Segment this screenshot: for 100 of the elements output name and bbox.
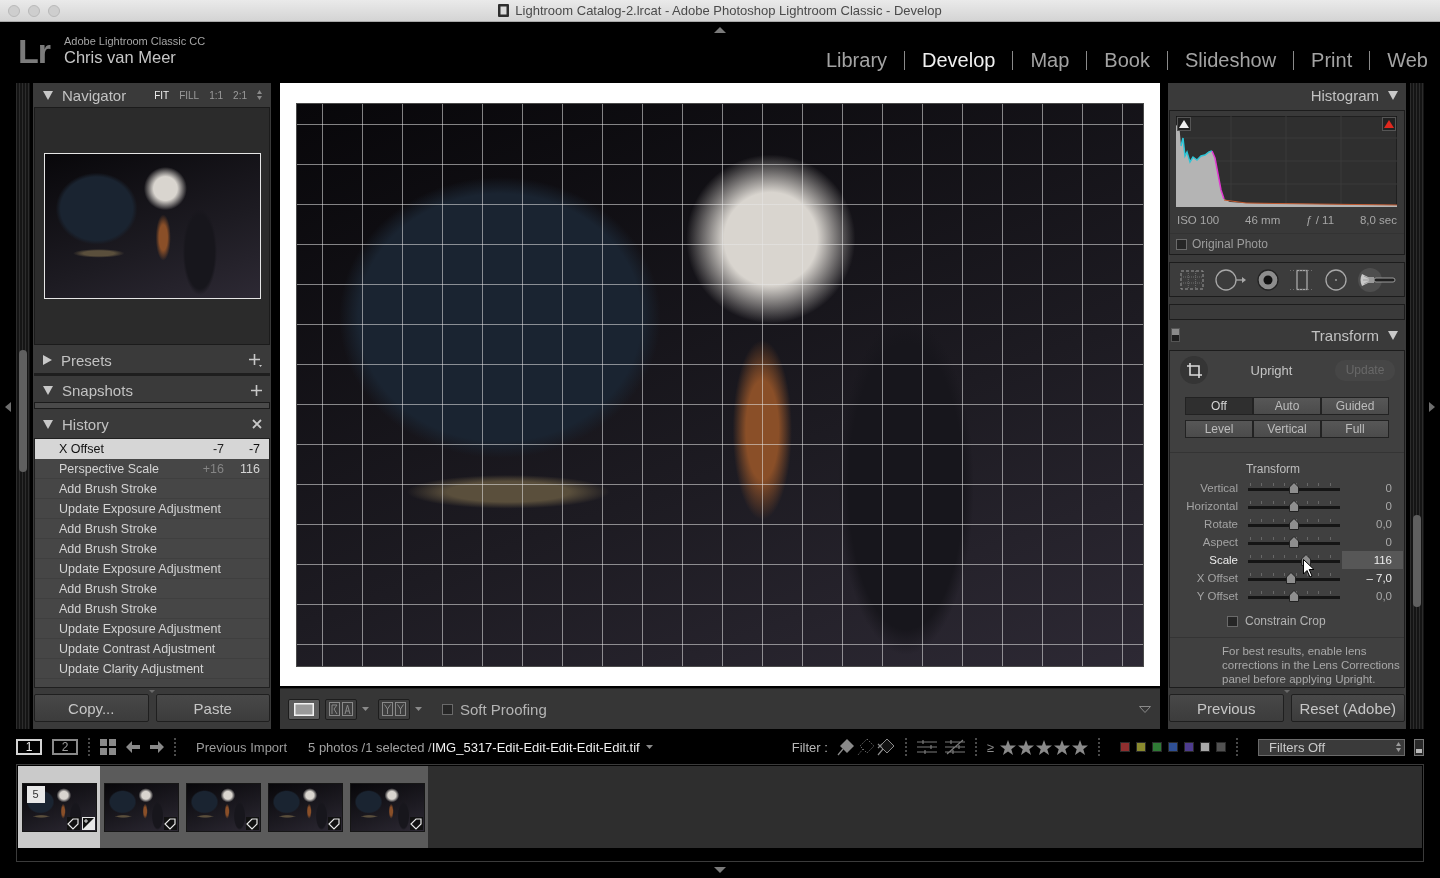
module-tab[interactable]: Print: [1311, 48, 1353, 72]
zoom-option[interactable]: 2:1: [233, 89, 247, 101]
module-tab[interactable]: Book: [1104, 48, 1150, 72]
module-tab[interactable]: Slideshow: [1184, 48, 1277, 72]
history-item[interactable]: Update Contrast Adjustment: [35, 639, 269, 659]
add-icon[interactable]: [251, 384, 262, 396]
add-icon[interactable]: [249, 353, 262, 367]
label-swatch-icon[interactable]: [1152, 742, 1162, 752]
rectangle-icon[interactable]: [1290, 268, 1314, 291]
history-item[interactable]: X Offset -7 -7: [35, 439, 269, 459]
label-swatch-icon[interactable]: [1136, 742, 1146, 752]
toggle-switch-icon[interactable]: [1414, 738, 1424, 756]
checkbox[interactable]: [442, 703, 453, 715]
slider-thumb[interactable]: [1289, 482, 1299, 494]
clipping-indicator-icon[interactable]: [1382, 117, 1396, 131]
history-item[interactable]: Update Exposure Adjustment: [35, 559, 269, 579]
label-swatch-icon[interactable]: [1216, 742, 1226, 752]
slider-thumb[interactable]: [1289, 500, 1299, 512]
slider-value[interactable]: 0: [1342, 497, 1403, 515]
caret-icon[interactable]: [645, 745, 653, 749]
slider-thumb[interactable]: [1289, 536, 1299, 548]
slider-value[interactable]: – 7,0: [1342, 569, 1403, 587]
panel-title[interactable]: History: [62, 415, 109, 433]
panel-toggle-icon[interactable]: [5, 401, 11, 412]
view-mode-button[interactable]: [288, 698, 320, 720]
sliders-icon[interactable]: [916, 739, 937, 755]
soft-proofing-label[interactable]: Soft Proofing: [460, 700, 547, 718]
module-tab[interactable]: Develop: [922, 48, 996, 72]
grid-icon[interactable]: [100, 739, 116, 755]
panel-title[interactable]: Histogram: [1310, 86, 1379, 104]
filmstrip-cell[interactable]: 5: [18, 766, 100, 848]
dotted-flag-icon[interactable]: [856, 738, 875, 756]
disclosure-triangle-icon[interactable]: [43, 385, 53, 395]
segment-button[interactable]: Off: [1185, 397, 1253, 415]
brush-icon[interactable]: [1358, 267, 1396, 292]
toolbar-menu-icon[interactable]: [1139, 705, 1151, 713]
back-arrow-icon[interactable]: [126, 741, 140, 753]
history-item[interactable]: Add Brush Stroke: [35, 539, 269, 559]
clipping-indicator-icon[interactable]: [1177, 117, 1191, 131]
slider-value[interactable]: 0,0: [1342, 515, 1403, 533]
module-tab[interactable]: Map: [1030, 48, 1070, 72]
original-photo-label[interactable]: Original Photo: [1192, 237, 1269, 251]
circle-icon[interactable]: [1325, 268, 1347, 291]
screen-button[interactable]: 1: [16, 739, 42, 755]
panel-button[interactable]: Previous: [1169, 694, 1284, 722]
segment-button[interactable]: Level: [1185, 420, 1253, 438]
history-item[interactable]: Add Brush Stroke: [35, 479, 269, 499]
panel-toggle-icon[interactable]: [714, 867, 726, 873]
slider-value[interactable]: 116: [1342, 551, 1403, 569]
panel-button[interactable]: Paste: [155, 694, 270, 722]
caret-icon[interactable]: [362, 707, 369, 711]
disclosure-triangle-icon[interactable]: [43, 419, 53, 429]
disclosure-triangle-icon[interactable]: [1388, 330, 1398, 340]
crossed-flag-icon[interactable]: [876, 738, 895, 756]
scrollbar-thumb[interactable]: [19, 350, 27, 472]
label-swatch-icon[interactable]: [1184, 742, 1194, 752]
screen-button[interactable]: 2: [52, 739, 78, 755]
panel-title[interactable]: Presets: [61, 351, 112, 369]
panel-title[interactable]: Snapshots: [62, 381, 133, 399]
history-item[interactable]: Perspective Scale +16 116: [35, 459, 269, 479]
panel-title[interactable]: Transform: [1311, 326, 1379, 344]
history-item[interactable]: Add Brush Stroke: [35, 579, 269, 599]
zoom-option[interactable]: 1:1: [209, 89, 224, 101]
checkbox[interactable]: [1176, 238, 1187, 250]
history-item[interactable]: Update Exposure Adjustment: [35, 619, 269, 639]
constrain-crop-label[interactable]: Constrain Crop: [1245, 614, 1326, 628]
ring-dot-icon[interactable]: [1257, 268, 1279, 291]
stepper-icon[interactable]: [1396, 742, 1401, 752]
panel-toggle-icon[interactable]: [1429, 401, 1435, 412]
segment-button[interactable]: Full: [1321, 420, 1389, 438]
history-item[interactable]: Add Brush Stroke: [35, 599, 269, 619]
star-icon[interactable]: [1018, 739, 1034, 755]
label-swatch-icon[interactable]: [1168, 742, 1178, 752]
crop-icon[interactable]: [1180, 356, 1208, 384]
slider-thumb[interactable]: [1289, 518, 1299, 530]
history-item[interactable]: Update Exposure Adjustment: [35, 499, 269, 519]
module-tab[interactable]: Library: [825, 48, 888, 72]
crossed-sliders-icon[interactable]: [944, 739, 965, 755]
flag-icon[interactable]: [836, 738, 855, 756]
label-swatch-icon[interactable]: [1120, 742, 1130, 752]
slider-thumb[interactable]: [1286, 572, 1297, 584]
stepper-icon[interactable]: [257, 90, 262, 100]
panel-button[interactable]: Copy...: [34, 694, 149, 722]
panel-switch[interactable]: [1171, 328, 1180, 342]
panel-button[interactable]: Reset (Adobe): [1290, 694, 1405, 722]
panel-toggle-icon[interactable]: [714, 27, 726, 33]
rating-operator[interactable]: ≥: [986, 739, 994, 755]
slider-value[interactable]: 0,0: [1342, 587, 1403, 605]
scrollbar-thumb[interactable]: [1413, 515, 1421, 607]
star-icon[interactable]: [1000, 739, 1016, 755]
checkbox[interactable]: [1227, 615, 1238, 627]
star-icon[interactable]: [1054, 739, 1070, 755]
zoom-option[interactable]: FILL: [179, 89, 200, 101]
panel-title[interactable]: Navigator: [62, 86, 127, 104]
slider-value[interactable]: 0: [1342, 479, 1403, 497]
star-icon[interactable]: [1072, 739, 1088, 755]
module-tab[interactable]: Web: [1387, 48, 1428, 72]
history-item[interactable]: Add Brush Stroke: [35, 519, 269, 539]
segment-button[interactable]: Guided: [1321, 397, 1389, 415]
zoom-option[interactable]: FIT: [154, 89, 170, 101]
